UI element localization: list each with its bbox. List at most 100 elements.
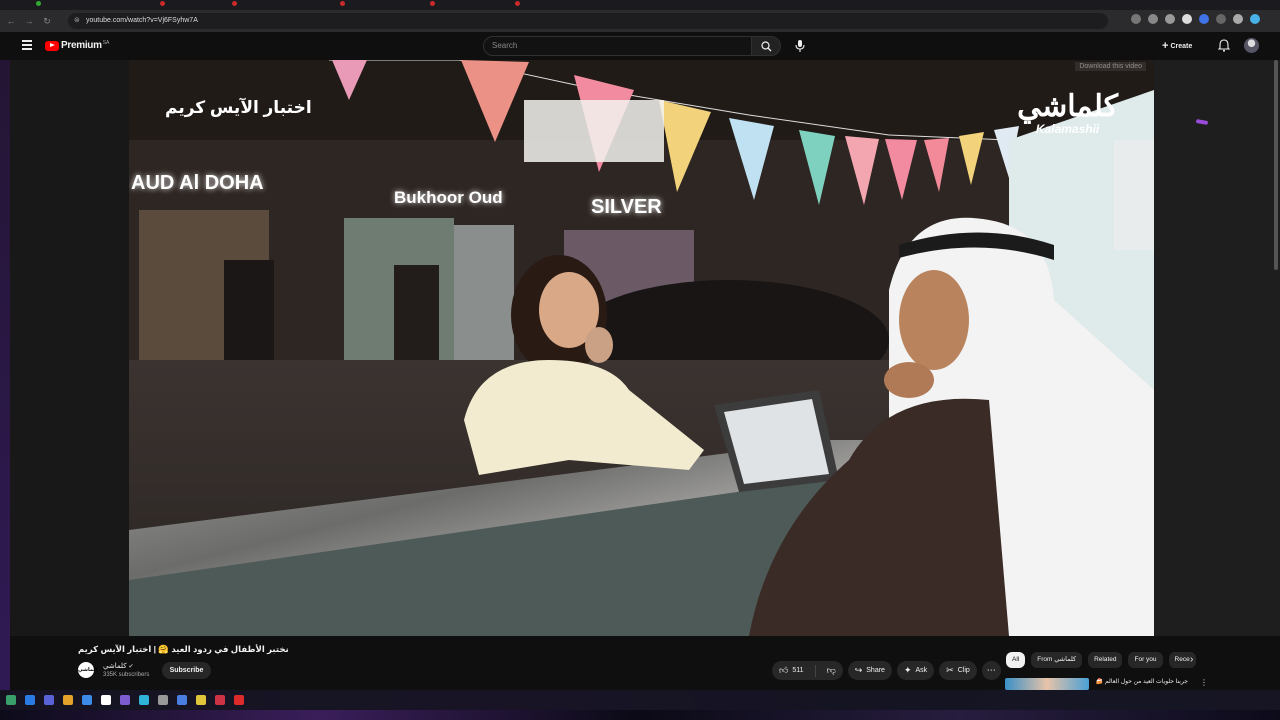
browser-tab[interactable] bbox=[340, 0, 410, 10]
related-filter-chips: All From كلماشي Related For you Rece bbox=[1006, 652, 1196, 668]
app-icon[interactable] bbox=[82, 695, 92, 705]
share-button[interactable]: ↪ Share bbox=[847, 661, 892, 680]
reload-icon[interactable]: ↻ bbox=[40, 14, 54, 28]
like-count: 511 bbox=[792, 667, 804, 674]
ask-button[interactable]: ✦ Ask bbox=[896, 661, 935, 680]
browser-tab-strip bbox=[0, 0, 1280, 10]
browser-tab[interactable] bbox=[515, 0, 605, 10]
star-icon[interactable] bbox=[1148, 14, 1158, 24]
app-icon[interactable] bbox=[196, 695, 206, 705]
app-icon[interactable] bbox=[215, 695, 225, 705]
browser-tab[interactable] bbox=[160, 0, 220, 10]
share-icon: ↪ bbox=[854, 665, 863, 675]
browser-tab[interactable] bbox=[232, 0, 322, 10]
thumbs-up-icon: 👍︎ bbox=[779, 665, 789, 675]
browser-extension-icons bbox=[1131, 14, 1260, 24]
search-input[interactable]: Search bbox=[483, 36, 753, 56]
app-icon[interactable] bbox=[177, 695, 187, 705]
desktop-background bbox=[0, 60, 10, 690]
desktop-wallpaper bbox=[0, 710, 1280, 720]
chip-related[interactable]: Related bbox=[1088, 652, 1123, 668]
brand-label: Premium bbox=[61, 40, 102, 51]
notifications-bell-icon[interactable] bbox=[1218, 39, 1230, 52]
thumbs-down-icon: 👎︎ bbox=[826, 665, 836, 675]
shop-sign: AUD Al DOHA bbox=[131, 172, 264, 194]
dislike-button[interactable]: 👎︎ bbox=[820, 661, 843, 680]
channel-name-row[interactable]: كلماشي ✔ bbox=[103, 662, 134, 670]
url-text: youtube.com/watch?v=Vj6FSyhw7A bbox=[86, 17, 198, 24]
hamburger-menu-icon[interactable] bbox=[22, 40, 32, 50]
ask-label: Ask bbox=[915, 667, 928, 674]
watermark-english: Kalamashii bbox=[1035, 122, 1100, 136]
app-icon[interactable] bbox=[6, 695, 16, 705]
cursor-glow bbox=[1195, 118, 1209, 126]
youtube-logo[interactable]: Premium SA bbox=[45, 40, 109, 51]
extension-icon[interactable] bbox=[1199, 14, 1209, 24]
related-video-title[interactable]: جربنا حلويات العيد من حول العالم 🍰 | bbox=[1096, 678, 1188, 685]
forward-icon[interactable]: → bbox=[22, 14, 36, 28]
sparkle-icon: ✦ bbox=[903, 665, 912, 675]
video-actions: 👍︎ 511 👎︎ ↪ Share ✦ Ask ✂ Clip ⋯ bbox=[772, 661, 1001, 680]
clip-label: Clip bbox=[957, 667, 970, 674]
chip-all[interactable]: All bbox=[1006, 652, 1026, 668]
puzzle-icon[interactable] bbox=[1216, 14, 1226, 24]
chevron-right-icon[interactable]: › bbox=[1190, 654, 1193, 665]
related-video-thumbnail[interactable] bbox=[1005, 678, 1089, 690]
cast-icon[interactable] bbox=[1131, 14, 1141, 24]
browser-toolbar: ← → ↻ ⊜ youtube.com/watch?v=Vj6FSyhw7A bbox=[0, 10, 1280, 32]
video-info-bar: نختبر الأطفال في ردود العيد 🤗 | اختبار ا… bbox=[10, 636, 1280, 690]
channel-watermark-logo: كلماشي Kalamashii bbox=[1017, 89, 1118, 137]
app-icon[interactable] bbox=[44, 695, 54, 705]
scrollbar[interactable] bbox=[1274, 60, 1278, 270]
video-title: نختبر الأطفال في ردود العيد 🤗 | اختبار ا… bbox=[78, 644, 289, 654]
channel-name[interactable]: كلماشي bbox=[103, 663, 127, 670]
app-icon[interactable] bbox=[158, 695, 168, 705]
country-code: SA bbox=[102, 40, 110, 46]
extension-icon[interactable] bbox=[1165, 14, 1175, 24]
back-icon[interactable]: ← bbox=[4, 14, 18, 28]
chip-for-you[interactable]: For you bbox=[1128, 652, 1163, 668]
app-icon[interactable] bbox=[101, 695, 111, 705]
video-frame bbox=[129, 60, 1154, 636]
channel-avatar[interactable]: كلماشي bbox=[78, 662, 98, 678]
app-icon[interactable] bbox=[120, 695, 130, 705]
app-icon[interactable] bbox=[25, 695, 35, 705]
divider bbox=[814, 664, 816, 677]
player-right-margin bbox=[1154, 60, 1280, 636]
extension-icon[interactable] bbox=[1182, 14, 1192, 24]
os-taskbar bbox=[0, 690, 1280, 720]
more-horizontal-icon: ⋯ bbox=[986, 665, 996, 675]
taskbar-icons bbox=[0, 690, 1280, 710]
create-label: Create bbox=[1170, 42, 1193, 50]
youtube-header: Premium SA Search + Create bbox=[10, 32, 1280, 60]
search-button[interactable] bbox=[751, 36, 781, 56]
more-actions-button[interactable]: ⋯ bbox=[981, 661, 1001, 680]
microphone-icon[interactable] bbox=[794, 39, 806, 53]
account-icon[interactable] bbox=[1250, 14, 1260, 24]
profile-icon[interactable] bbox=[1233, 14, 1243, 24]
video-overlay-title: اختبار الآيس كريم bbox=[165, 98, 312, 117]
download-hint[interactable]: Download this video bbox=[1075, 62, 1146, 71]
player-left-margin bbox=[10, 60, 129, 636]
shop-sign: Bukhoor Oud bbox=[394, 188, 503, 207]
watermark-arabic: كلماشي bbox=[1017, 89, 1118, 124]
create-button[interactable]: + Create bbox=[1162, 38, 1192, 54]
site-info-icon[interactable]: ⊜ bbox=[74, 13, 80, 29]
search-icon bbox=[761, 41, 772, 52]
like-button[interactable]: 👍︎ 511 bbox=[772, 661, 811, 680]
account-avatar[interactable] bbox=[1244, 38, 1259, 53]
more-vertical-icon[interactable]: ⋮ bbox=[1200, 678, 1208, 687]
chip-from-channel[interactable]: From كلماشي bbox=[1031, 652, 1083, 668]
verified-icon: ✔ bbox=[128, 664, 134, 670]
app-icon[interactable] bbox=[139, 695, 149, 705]
subscribe-button[interactable]: Subscribe bbox=[162, 662, 211, 679]
app-icon[interactable] bbox=[63, 695, 73, 705]
clip-button[interactable]: ✂ Clip bbox=[939, 661, 977, 680]
like-dislike-group: 👍︎ 511 👎︎ bbox=[772, 661, 843, 680]
address-bar[interactable]: ⊜ youtube.com/watch?v=Vj6FSyhw7A bbox=[68, 13, 1108, 29]
plus-icon: + bbox=[1162, 40, 1169, 52]
browser-tab[interactable] bbox=[36, 0, 126, 10]
video-player[interactable]: AUD Al DOHA Bukhoor Oud SILVER اختبار ال… bbox=[129, 60, 1154, 636]
app-icon[interactable] bbox=[234, 695, 244, 705]
browser-tab[interactable] bbox=[430, 0, 510, 10]
